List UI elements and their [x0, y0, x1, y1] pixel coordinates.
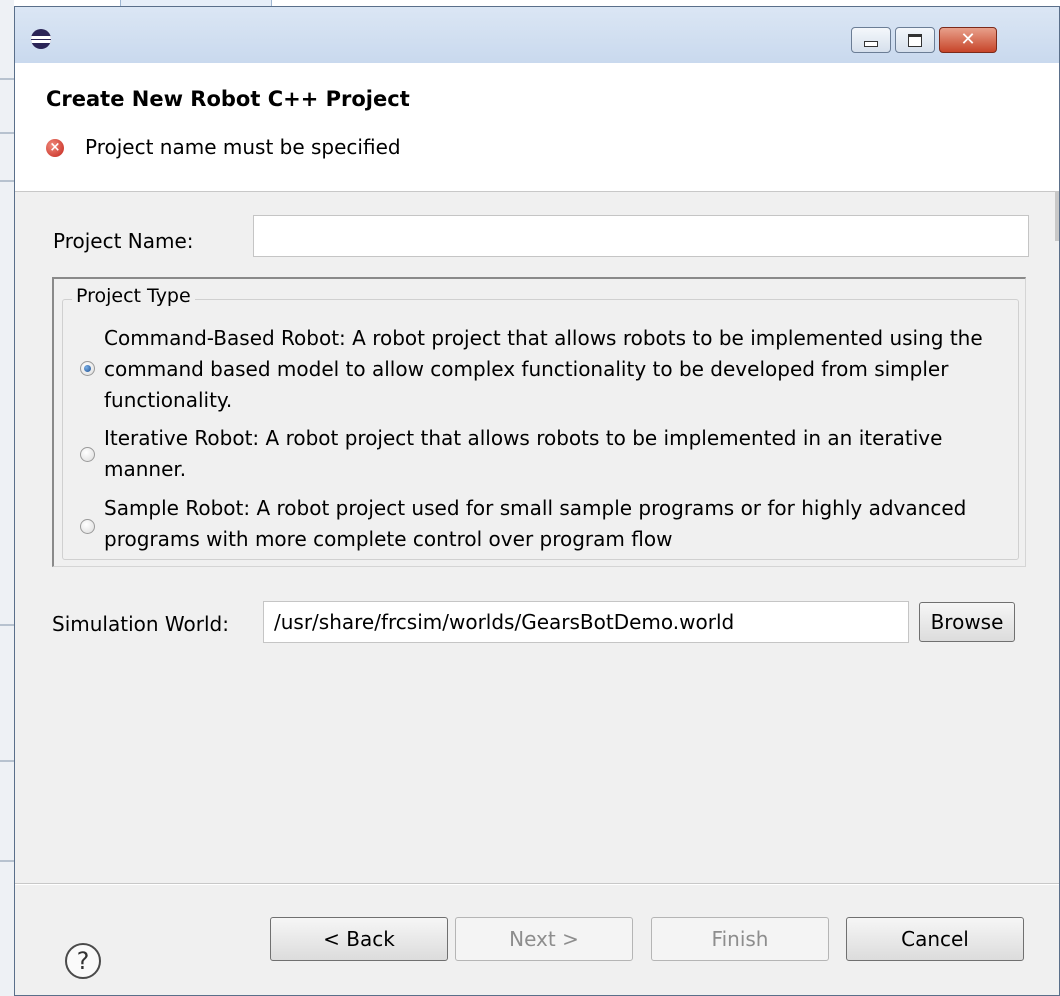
cancel-button[interactable]: Cancel [846, 917, 1024, 961]
close-icon: ✕ [960, 29, 976, 50]
close-button[interactable]: ✕ [939, 27, 997, 53]
wizard-header: Create New Robot C++ Project × Project n… [15, 63, 1059, 192]
project-type-group: Project Type Command-Based Robot: A robo… [52, 277, 1026, 567]
browse-button[interactable]: Browse [919, 602, 1015, 642]
option-sample-label[interactable]: Sample Robot: A robot project used for s… [104, 493, 1014, 555]
simulation-world-input[interactable] [263, 601, 909, 643]
back-button[interactable]: < Back [270, 917, 448, 961]
background-window-edge [0, 0, 14, 996]
title-bar[interactable]: ✕ [15, 7, 1059, 63]
radio-command-based[interactable] [80, 361, 95, 376]
error-icon: × [46, 139, 64, 157]
project-name-input[interactable] [253, 215, 1029, 257]
eclipse-icon [31, 29, 51, 49]
minimize-button[interactable] [851, 27, 891, 53]
maximize-icon [908, 33, 922, 47]
project-type-legend: Project Type [72, 285, 195, 307]
new-project-dialog: ✕ Create New Robot C++ Project × Project… [14, 6, 1060, 996]
footer-separator [15, 883, 1059, 885]
background-divider [0, 132, 14, 134]
minimize-icon [864, 41, 878, 47]
background-divider [0, 180, 14, 182]
option-iterative-label[interactable]: Iterative Robot: A robot project that al… [104, 423, 1014, 485]
background-divider [0, 860, 14, 862]
page-title: Create New Robot C++ Project [46, 87, 410, 111]
simulation-world-label: Simulation World: [52, 612, 229, 636]
radio-sample[interactable] [80, 519, 95, 534]
error-message: Project name must be specified [85, 135, 401, 159]
background-divider [0, 624, 14, 626]
scrollbar-edge [1055, 191, 1059, 241]
finish-button[interactable]: Finish [651, 917, 829, 961]
radio-iterative[interactable] [80, 447, 95, 462]
next-button[interactable]: Next > [455, 917, 633, 961]
background-divider [0, 78, 14, 80]
option-command-based-label[interactable]: Command-Based Robot: A robot project tha… [104, 323, 1014, 416]
help-icon[interactable]: ? [65, 943, 101, 979]
project-name-label: Project Name: [53, 229, 194, 253]
background-divider [0, 760, 14, 762]
maximize-button[interactable] [895, 27, 935, 53]
